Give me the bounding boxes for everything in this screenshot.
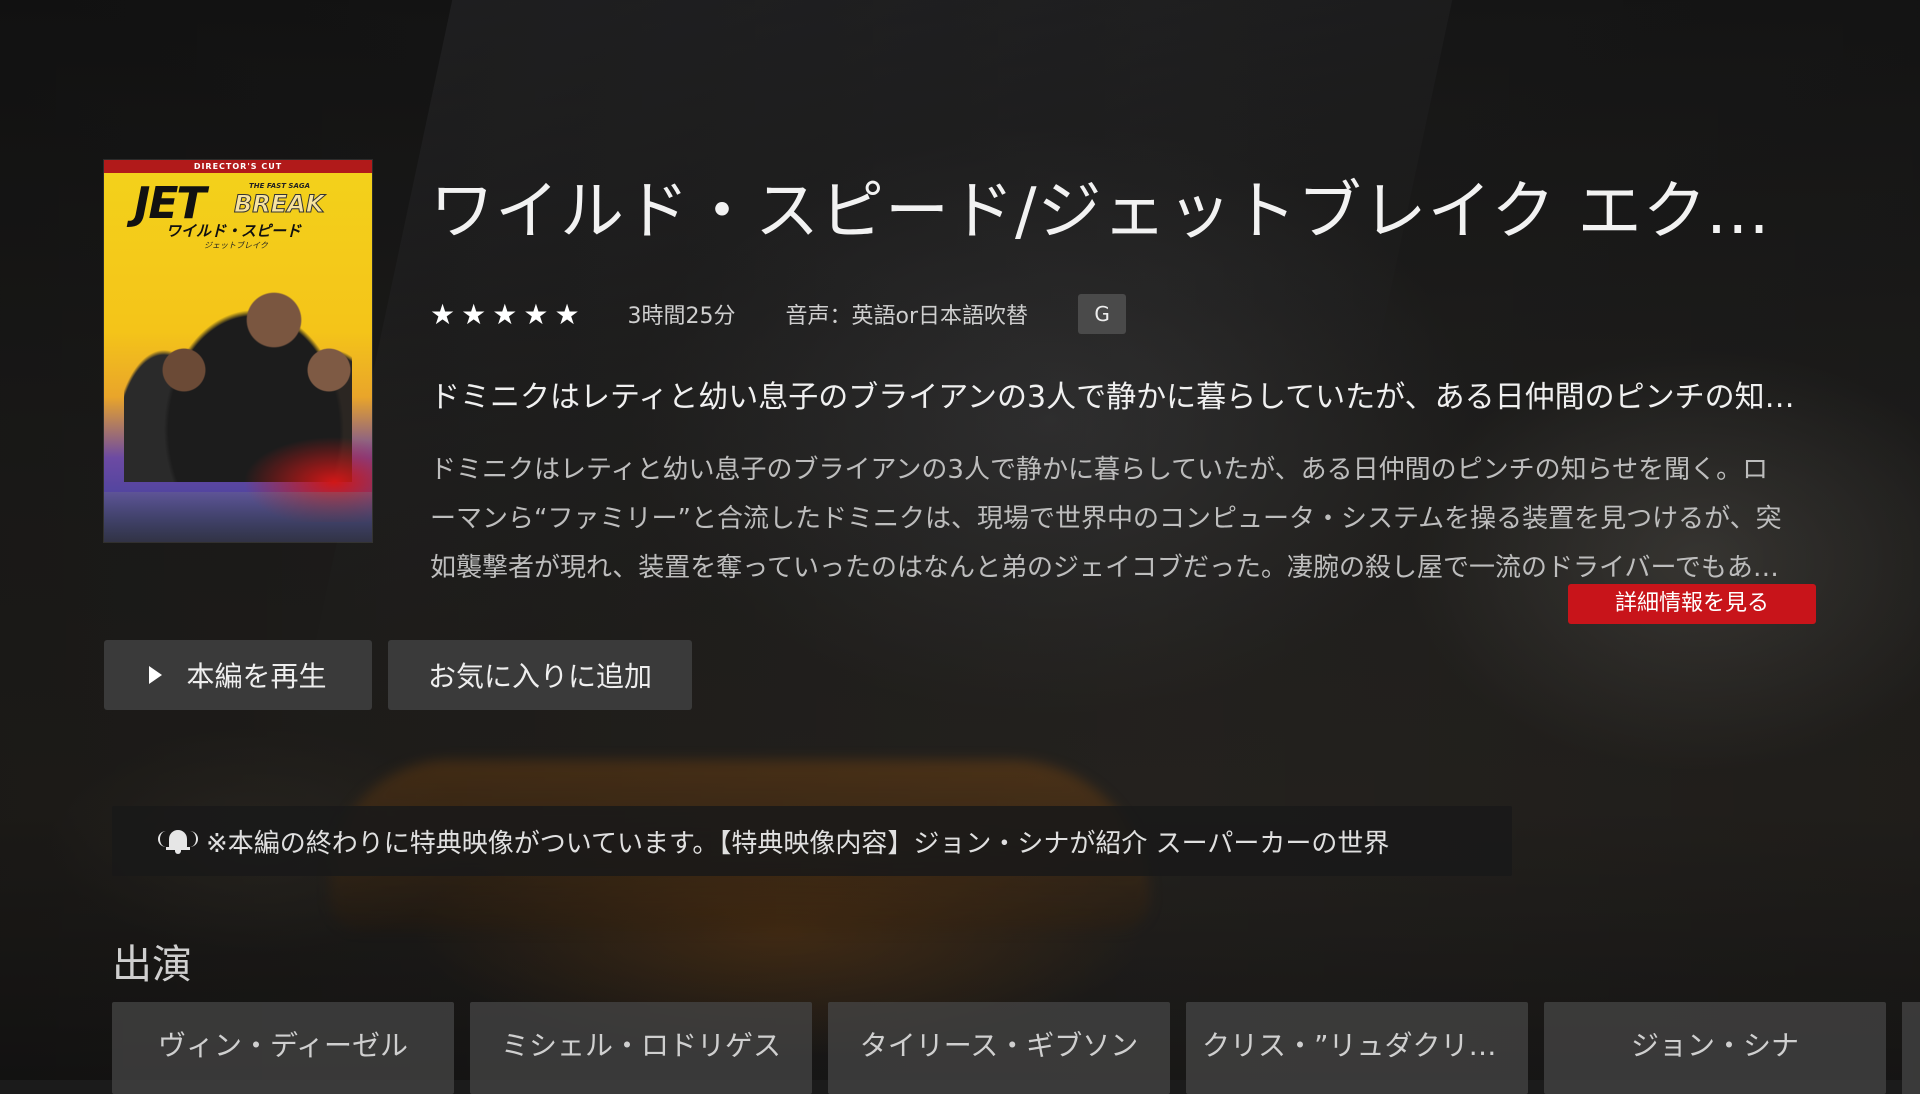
cast-card[interactable]: ミシェル・ロドリゲス	[470, 1002, 812, 1094]
play-button[interactable]: 本編を再生	[104, 640, 372, 710]
cast-name: クリス・”リュダクリス”・ブリッジス	[1202, 1029, 1512, 1062]
audio-info: 音声：英語or日本語吹替	[785, 304, 1029, 329]
cast-heading: 出演	[112, 942, 192, 988]
bonus-notice-banner: ※本編の終わりに特典映像がついています。【特典映像内容】ジョン・シナが紹介 スー…	[112, 806, 1512, 876]
star-icon: ★	[523, 297, 549, 331]
cast-card[interactable]: タイリース・ギブソン	[828, 1002, 1170, 1094]
bell-icon	[158, 826, 198, 856]
cast-card-next-partial[interactable]	[1902, 1002, 1920, 1094]
poster-badge: DIRECTOR'S CUT	[104, 160, 372, 173]
synopsis-description: ドミニクはレティと幼い息子のブライアンの3人で静かに暮らしていたが、ある日仲間の…	[430, 455, 1782, 583]
poster-saga: THE FAST SAGA	[249, 182, 311, 190]
cast-list: ヴィン・ディーゼル ミシェル・ロドリゲス タイリース・ギブソン クリス・”リュダ…	[112, 1002, 1886, 1094]
cast-card[interactable]: クリス・”リュダクリス”・ブリッジス	[1186, 1002, 1528, 1094]
play-icon	[149, 666, 163, 684]
star-icon: ★	[554, 297, 580, 331]
star-icon: ★	[430, 297, 456, 331]
cast-name: タイリース・ギブソン	[859, 1029, 1139, 1062]
bonus-notice-text: ※本編の終わりに特典映像がついています。【特典映像内容】ジョン・シナが紹介 スー…	[206, 828, 1390, 859]
star-rating: ★ ★ ★ ★ ★	[430, 298, 580, 331]
star-icon: ★	[492, 297, 518, 331]
synopsis-lead: ドミニクはレティと幼い息子のブライアンの3人で静かに暮らしていたが、ある日仲間の…	[430, 380, 1810, 415]
poster-logo-sub: ワイルド・スピード	[166, 222, 302, 240]
duration: 3時間25分	[627, 304, 736, 329]
add-favorite-button[interactable]: お気に入りに追加	[388, 640, 692, 710]
cast-name: ミシェル・ロドリゲス	[500, 1029, 781, 1062]
star-icon: ★	[461, 297, 487, 331]
add-favorite-label: お気に入りに追加	[427, 660, 652, 693]
poster-image: DIRECTOR'S CUT THE FAST SAGA JET BREAK ワ…	[104, 160, 372, 542]
play-button-label: 本編を再生	[186, 660, 327, 693]
age-rating-badge: G	[1078, 294, 1127, 334]
cast-name: ヴィン・ディーゼル	[157, 1029, 409, 1062]
meta-row: ★ ★ ★ ★ ★ 3時間25分 音声：英語or日本語吹替 G	[430, 294, 1127, 334]
cast-name: ジョン・シナ	[1630, 1029, 1799, 1062]
cast-card[interactable]: ジョン・シナ	[1544, 1002, 1886, 1094]
more-details-button[interactable]: 詳細情報を見る	[1568, 584, 1816, 624]
poster-logo-sub2: ジェットブレイク	[204, 241, 268, 250]
poster-cars	[104, 492, 372, 542]
poster-logo-break: BREAK	[233, 190, 325, 219]
cast-card[interactable]: ヴィン・ディーゼル	[112, 1002, 454, 1094]
page-title: ワイルド・スピード/ジェットブレイク エクステンデッド版	[430, 175, 1830, 249]
